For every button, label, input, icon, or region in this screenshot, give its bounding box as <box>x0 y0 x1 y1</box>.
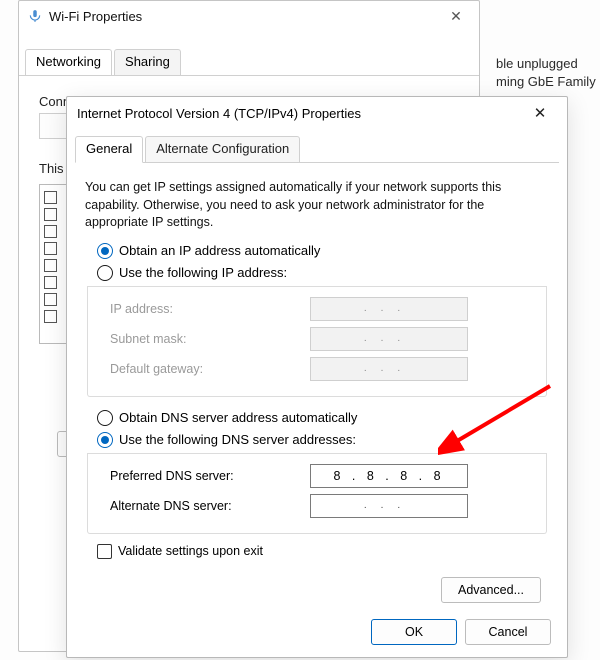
radio-manual-dns[interactable]: Use the following DNS server addresses: <box>67 429 567 451</box>
cancel-button[interactable]: Cancel <box>465 619 551 645</box>
bg-text-2: ming GbE Family <box>496 74 596 89</box>
radio-icon <box>97 265 113 281</box>
tab-sharing[interactable]: Sharing <box>114 49 181 75</box>
radio-manual-ip[interactable]: Use the following IP address: <box>67 262 567 284</box>
advanced-button[interactable]: Advanced... <box>441 577 541 603</box>
wifi-close-icon[interactable]: ✕ <box>441 8 471 25</box>
bg-text-1: ble unplugged <box>496 56 578 71</box>
validate-checkbox-row[interactable]: Validate settings upon exit <box>97 544 567 559</box>
ip-fields-group: IP address: ... Subnet mask: ... Default… <box>87 286 547 397</box>
ok-button[interactable]: OK <box>371 619 457 645</box>
alt-dns-label: Alternate DNS server: <box>110 499 310 513</box>
wifi-title-text: Wi-Fi Properties <box>49 9 142 24</box>
radio-auto-dns[interactable]: Obtain DNS server address automatically <box>67 407 567 429</box>
radio-auto-ip[interactable]: Obtain an IP address automatically <box>67 240 567 262</box>
ipv4-description: You can get IP settings assigned automat… <box>67 163 567 240</box>
tab-alternate[interactable]: Alternate Configuration <box>145 136 300 163</box>
subnet-input: ... <box>310 327 468 351</box>
gateway-input: ... <box>310 357 468 381</box>
radio-icon <box>97 243 113 259</box>
preferred-dns-input[interactable]: 8 . 8 . 8 . 8 <box>310 464 468 488</box>
wifi-icon <box>27 8 43 24</box>
dns-fields-group: Preferred DNS server: 8 . 8 . 8 . 8 Alte… <box>87 453 547 534</box>
checkbox-icon <box>97 544 112 559</box>
tab-general[interactable]: General <box>75 136 143 163</box>
subnet-label: Subnet mask: <box>110 332 310 346</box>
pref-dns-label: Preferred DNS server: <box>110 469 310 483</box>
ip-address-input: ... <box>310 297 468 321</box>
alternate-dns-input[interactable]: ... <box>310 494 468 518</box>
ip-address-label: IP address: <box>110 302 310 316</box>
wifi-tabs: Networking Sharing <box>19 49 479 76</box>
gateway-label: Default gateway: <box>110 362 310 376</box>
ipv4-title: Internet Protocol Version 4 (TCP/IPv4) P… <box>77 106 361 121</box>
ipv4-properties-window: Internet Protocol Version 4 (TCP/IPv4) P… <box>66 96 568 658</box>
ipv4-close-icon[interactable]: ✕ <box>523 104 557 122</box>
tab-networking[interactable]: Networking <box>25 49 112 75</box>
radio-icon <box>97 410 113 426</box>
radio-icon <box>97 432 113 448</box>
